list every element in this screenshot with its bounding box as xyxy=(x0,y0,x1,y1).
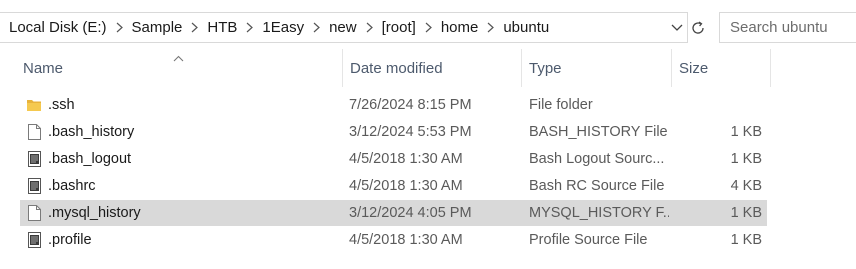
file-row-profile[interactable]: .profile 4/5/2018 1:30 AM Profile Source… xyxy=(20,227,767,253)
file-row-ssh[interactable]: .ssh 7/26/2024 8:15 PM File folder xyxy=(20,92,767,118)
file-size: 1 KB xyxy=(730,205,762,221)
file-type: Profile Source File xyxy=(529,232,648,248)
chevron-right-icon[interactable] xyxy=(416,22,441,33)
file-name: .ssh xyxy=(48,97,75,113)
breadcrumb-item-ubuntu[interactable]: ubuntu xyxy=(503,19,549,36)
file-date: 4/5/2018 1:30 AM xyxy=(349,178,463,194)
breadcrumb-item-new[interactable]: new xyxy=(329,19,357,36)
column-header-size[interactable]: Size xyxy=(671,49,771,87)
file-size: 1 KB xyxy=(730,232,762,248)
blank-file-icon xyxy=(26,119,42,145)
breadcrumb-item-sample[interactable]: Sample xyxy=(132,19,183,36)
file-date: 4/5/2018 1:30 AM xyxy=(349,232,463,248)
folder-icon xyxy=(26,92,42,118)
column-header-size-label: Size xyxy=(679,59,709,77)
breadcrumb-item-root[interactable]: [root] xyxy=(382,19,416,36)
breadcrumb-item-htb[interactable]: HTB xyxy=(207,19,237,36)
breadcrumb-item-local-disk[interactable]: Local Disk (E:) xyxy=(9,19,107,36)
text-file-icon xyxy=(26,146,42,172)
search-input[interactable]: Search ubuntu xyxy=(719,12,856,43)
file-type: BASH_HISTORY File xyxy=(529,124,668,140)
file-size xyxy=(680,92,762,118)
file-row-bash-history[interactable]: .bash_history 3/12/2024 5:53 PM BASH_HIS… xyxy=(20,119,767,145)
column-header-type-label: Type xyxy=(529,59,562,77)
column-header-row: Name Date modified Type Size xyxy=(0,49,856,87)
chevron-right-icon[interactable] xyxy=(107,22,132,33)
blank-file-icon xyxy=(26,200,42,226)
breadcrumb: Local Disk (E:) Sample HTB 1Easy new [ro… xyxy=(0,19,667,36)
file-row-bash-logout[interactable]: .bash_logout 4/5/2018 1:30 AM Bash Logou… xyxy=(20,146,767,172)
address-bar[interactable]: Local Disk (E:) Sample HTB 1Easy new [ro… xyxy=(0,12,688,43)
column-header-name[interactable]: Name xyxy=(16,49,342,87)
file-row-bashrc[interactable]: .bashrc 4/5/2018 1:30 AM Bash RC Source … xyxy=(20,173,767,199)
file-date: 7/26/2024 8:15 PM xyxy=(349,97,472,113)
breadcrumb-item-1easy[interactable]: 1Easy xyxy=(262,19,304,36)
file-size: 1 KB xyxy=(730,151,762,167)
column-header-date[interactable]: Date modified xyxy=(342,49,521,87)
chevron-right-icon[interactable] xyxy=(357,22,382,33)
chevron-right-icon[interactable] xyxy=(478,22,503,33)
file-name: .bash_logout xyxy=(48,151,132,167)
file-name: .bashrc xyxy=(48,178,96,194)
file-name: .mysql_history xyxy=(48,205,141,221)
file-date: 4/5/2018 1:30 AM xyxy=(349,151,463,167)
column-header-date-label: Date modified xyxy=(350,59,443,77)
file-type: Bash RC Source File xyxy=(529,178,665,194)
chevron-right-icon[interactable] xyxy=(237,22,262,33)
file-name: .profile xyxy=(48,232,92,248)
column-header-name-label: Name xyxy=(23,59,64,77)
breadcrumb-item-home[interactable]: home xyxy=(441,19,479,36)
chevron-right-icon[interactable] xyxy=(182,22,207,33)
file-type: MYSQL_HISTORY F... xyxy=(529,205,669,221)
text-file-icon xyxy=(26,173,42,199)
file-row-mysql-history[interactable]: .mysql_history 3/12/2024 4:05 PM MYSQL_H… xyxy=(20,200,767,226)
column-header-type[interactable]: Type xyxy=(521,49,671,87)
file-size: 1 KB xyxy=(730,124,762,140)
file-date: 3/12/2024 5:53 PM xyxy=(349,124,472,140)
search-placeholder: Search ubuntu xyxy=(730,19,828,36)
file-size: 4 KB xyxy=(730,178,762,194)
file-type: File folder xyxy=(529,97,593,113)
chevron-down-icon[interactable] xyxy=(667,24,687,31)
text-file-icon xyxy=(26,227,42,253)
file-type: Bash Logout Sourc... xyxy=(529,151,665,167)
file-name: .bash_history xyxy=(48,124,135,140)
refresh-icon[interactable] xyxy=(686,12,710,43)
file-date: 3/12/2024 4:05 PM xyxy=(349,205,472,221)
chevron-right-icon[interactable] xyxy=(304,22,329,33)
